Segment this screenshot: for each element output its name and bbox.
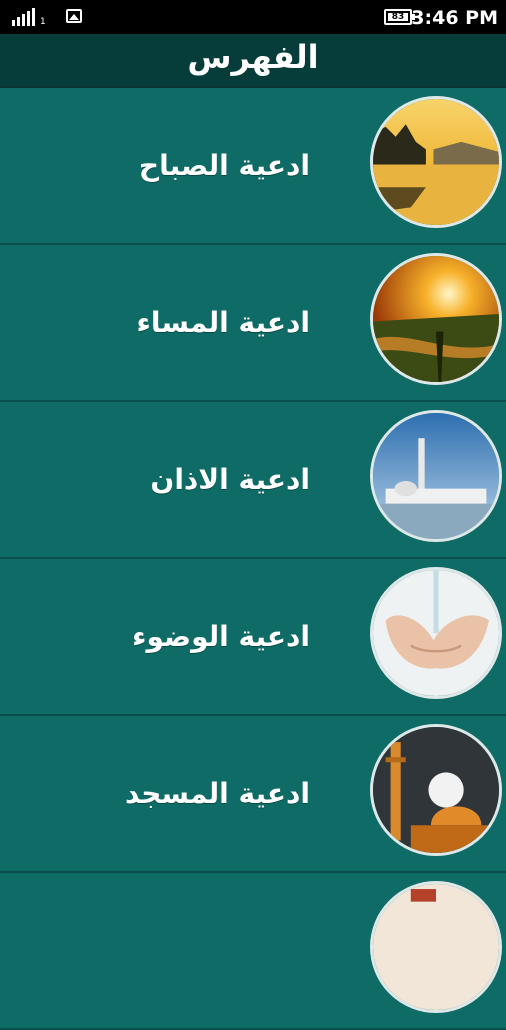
list-item-label: ادعية الاذان <box>150 463 310 496</box>
status-bar: 1 83 3:46 PM <box>0 0 506 34</box>
index-list: ادعية الصباح ادعية المساء ادعية الاذان ا… <box>0 88 506 1030</box>
page-title: الفهرس <box>187 38 319 76</box>
list-item-partial[interactable] <box>0 873 506 1030</box>
image-notification-icon <box>66 9 82 23</box>
list-item-label: ادعية الوضوء <box>132 620 310 653</box>
ablution-hands-icon <box>370 567 502 699</box>
list-item-adhan[interactable]: ادعية الاذان <box>0 402 506 559</box>
mosque-night-icon <box>370 724 502 856</box>
sunset-icon <box>370 253 502 385</box>
list-item-morning[interactable]: ادعية الصباح <box>0 88 506 245</box>
list-item-label: ادعية المساء <box>136 306 310 339</box>
status-time: 3:46 PM <box>411 7 498 29</box>
list-item-evening[interactable]: ادعية المساء <box>0 245 506 402</box>
signal-sub-label: 1 <box>40 17 46 27</box>
app-header: الفهرس <box>0 34 506 88</box>
battery-icon: 83 <box>384 9 412 25</box>
list-item-label: ادعية الصباح <box>138 149 310 182</box>
signal-icon <box>12 8 38 26</box>
list-item-mosque[interactable]: ادعية المسجد <box>0 716 506 873</box>
morning-lake-icon <box>370 96 502 228</box>
list-item-label: ادعية المسجد <box>125 777 310 810</box>
battery-level: 83 <box>388 13 408 22</box>
list-item-wudu[interactable]: ادعية الوضوء <box>0 559 506 716</box>
partial-thumbnail-icon <box>370 881 502 1013</box>
mosque-minaret-icon <box>370 410 502 542</box>
